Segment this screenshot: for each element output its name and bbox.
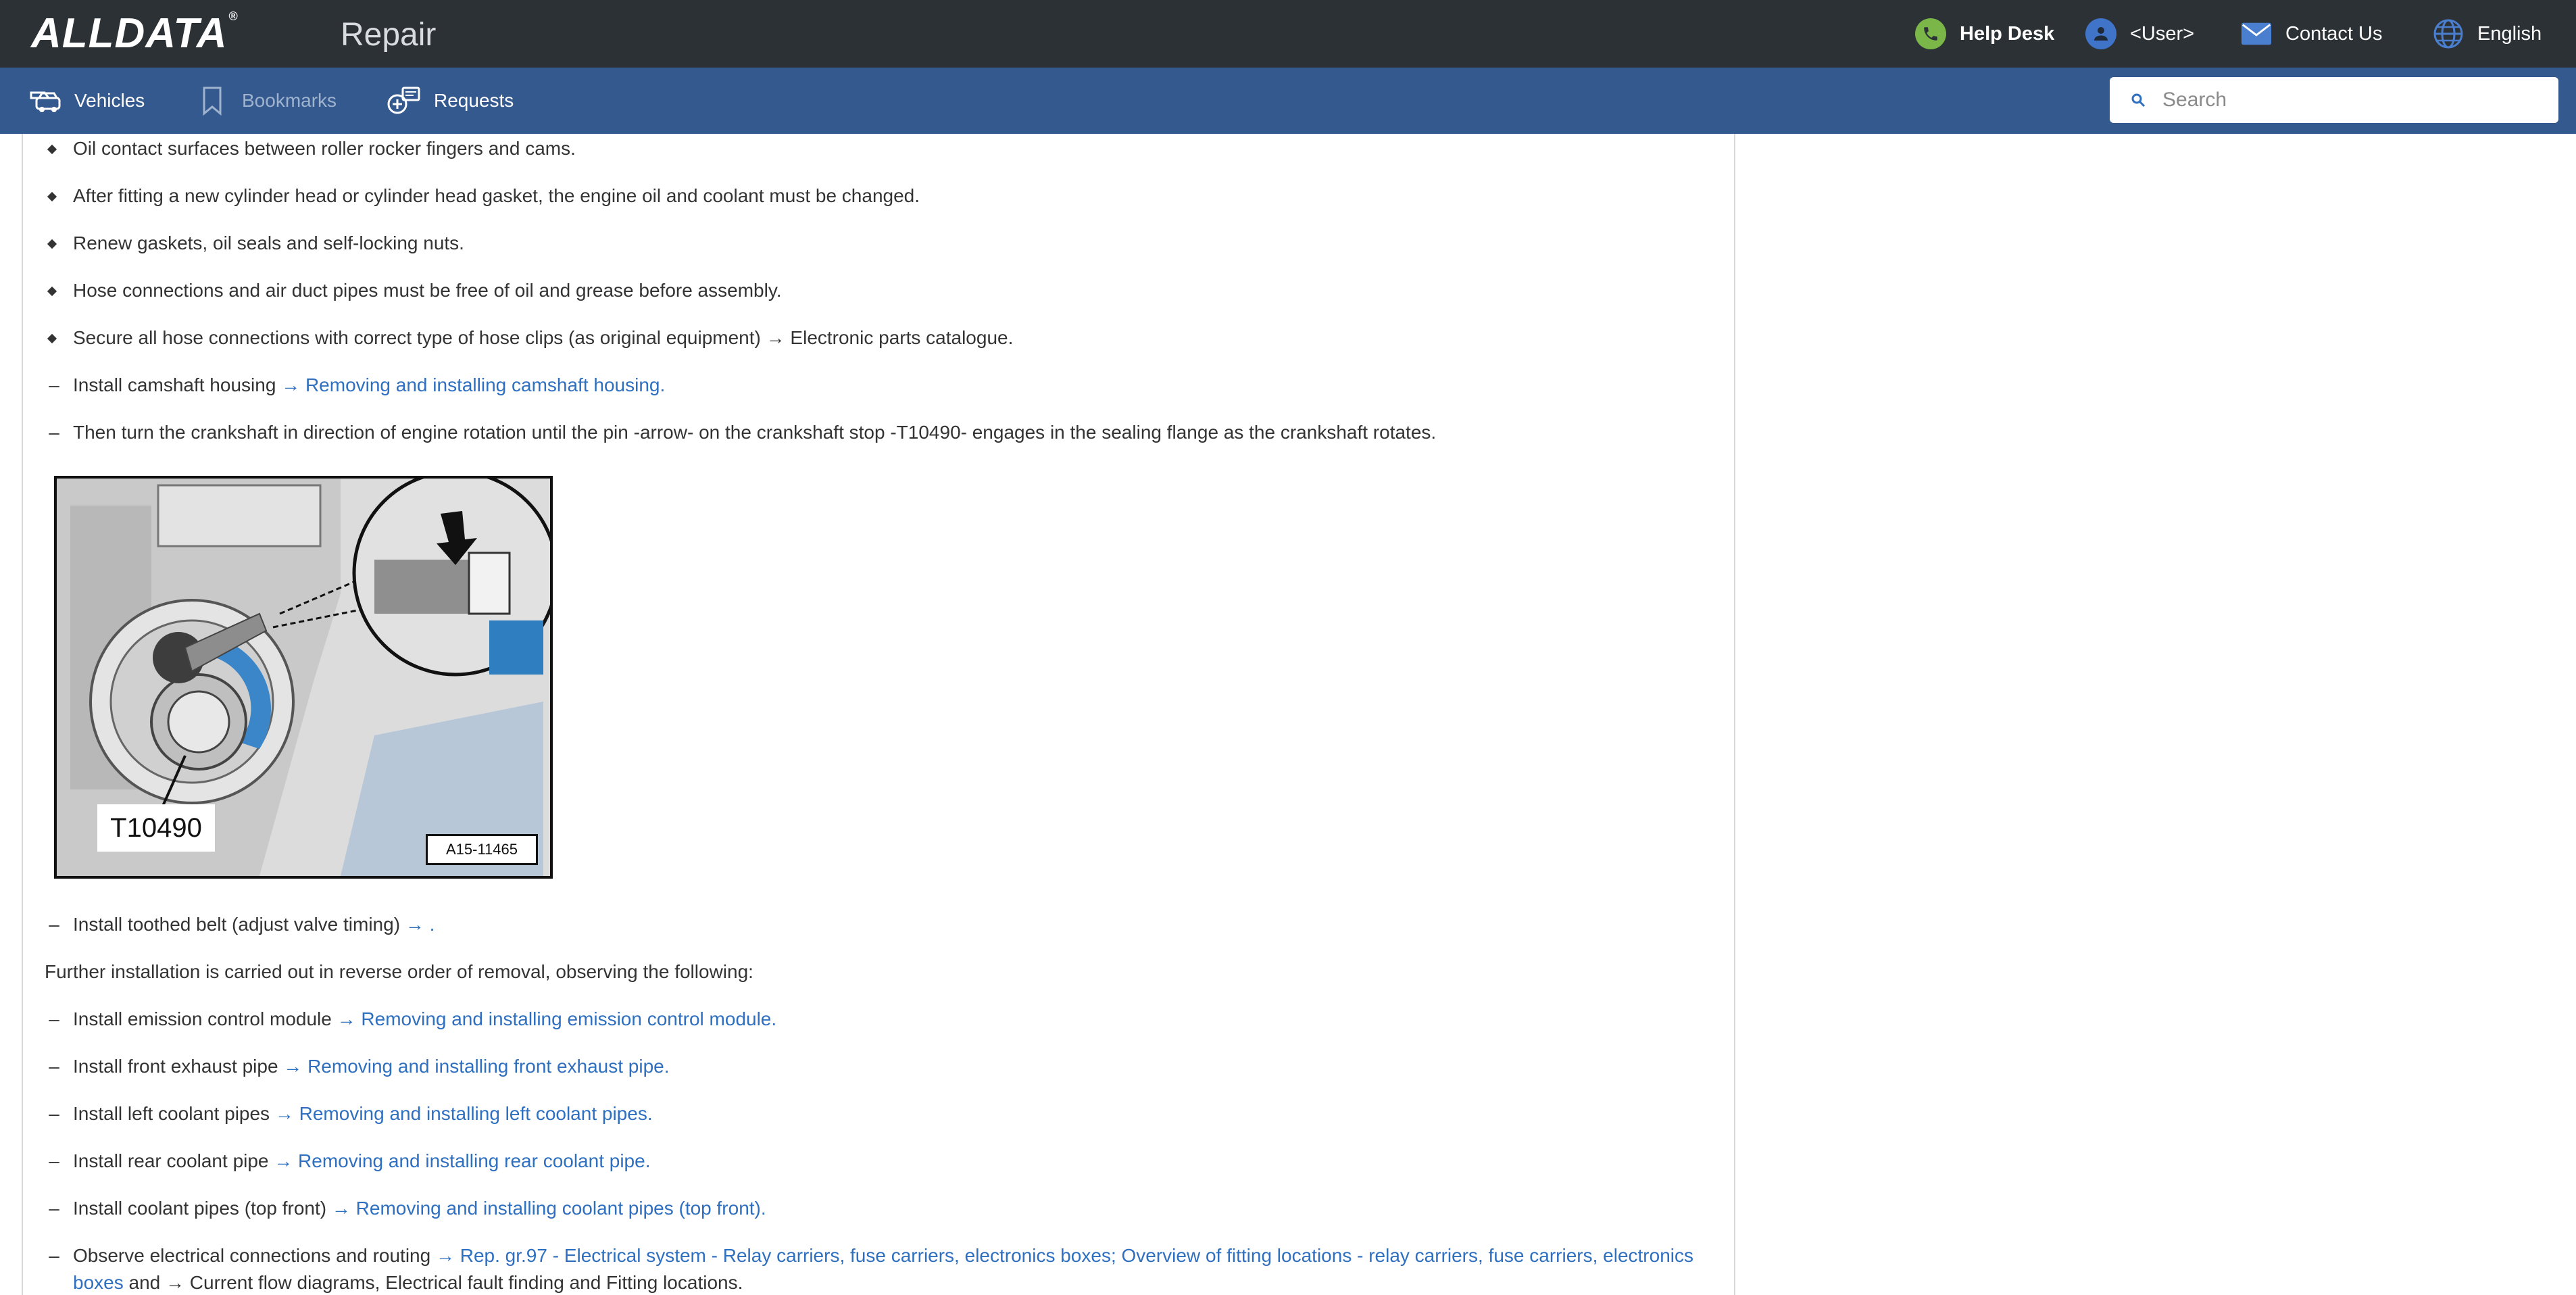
- step-text: Install toothed belt (adjust valve timin…: [73, 914, 405, 935]
- dash-marker: –: [49, 1150, 59, 1171]
- user-label: <User>: [2130, 22, 2195, 45]
- nav-requests-label: Requests: [434, 90, 514, 111]
- link-toothed-belt[interactable]: → .: [405, 914, 435, 935]
- link-left-coolant-pipes[interactable]: → Removing and installing left coolant p…: [275, 1103, 653, 1124]
- user-icon: [2085, 18, 2116, 49]
- bullet-icon: [47, 239, 57, 249]
- dash-marker: –: [49, 914, 59, 935]
- dash-marker: –: [49, 374, 59, 395]
- step-text: Then turn the crankshaft in direction of…: [73, 422, 1437, 443]
- step-text: Install rear coolant pipe: [73, 1150, 274, 1171]
- bullet-icon: [47, 191, 57, 202]
- mail-icon: [2241, 18, 2272, 49]
- bullet-text: Secure all hose connections with correct…: [73, 327, 1014, 348]
- step-text: Install camshaft housing: [73, 374, 282, 395]
- step-text: Install emission control module: [73, 1008, 337, 1029]
- bookmark-icon: [195, 84, 230, 118]
- step-text: Install coolant pipes (top front): [73, 1198, 332, 1219]
- search-input[interactable]: [2161, 88, 2542, 112]
- link-rear-coolant-pipe[interactable]: → Removing and installing rear coolant p…: [274, 1150, 650, 1171]
- help-desk-button[interactable]: Help Desk: [1915, 18, 2054, 50]
- top-bar: ALLDATA ® Repair Help Desk <User> Contact…: [0, 0, 2576, 68]
- link-camshaft-housing[interactable]: → Removing and installing camshaft housi…: [281, 374, 665, 395]
- link-emission-control-module[interactable]: → Removing and installing emission contr…: [337, 1008, 777, 1029]
- user-menu-button[interactable]: <User>: [2085, 18, 2194, 50]
- language-selector[interactable]: English: [2433, 18, 2542, 50]
- link-front-exhaust-pipe[interactable]: → Removing and installing front exhaust …: [283, 1056, 669, 1077]
- contact-us-label: Contact Us: [2285, 22, 2383, 45]
- app-title: Repair: [341, 17, 437, 53]
- link-coolant-pipes-top-front[interactable]: → Removing and installing coolant pipes …: [332, 1198, 766, 1219]
- dash-marker: –: [49, 1056, 59, 1077]
- bullet-text: Renew gaskets, oil seals and self-lockin…: [73, 233, 464, 253]
- bullet-text: After fitting a new cylinder head or cyl…: [73, 185, 920, 206]
- dash-marker: –: [49, 1103, 59, 1124]
- bullet-text: Oil contact surfaces between roller rock…: [73, 138, 576, 159]
- nav-requests[interactable]: Requests: [387, 84, 514, 118]
- car-icon: [27, 84, 62, 118]
- link-electrical-system[interactable]: → Rep. gr.97 - Electrical system - Relay…: [436, 1245, 1693, 1266]
- document-content: Oil contact surfaces between roller rock…: [22, 134, 1735, 1295]
- tool-label: T10490: [97, 804, 215, 852]
- search-box[interactable]: [2110, 77, 2558, 123]
- step-text: and → Current flow diagrams, Electrical …: [123, 1272, 743, 1293]
- nav-vehicles-label: Vehicles: [74, 90, 145, 111]
- dash-marker: –: [49, 1008, 59, 1029]
- dash-marker: –: [49, 422, 59, 443]
- step-text: Observe electrical connections and routi…: [73, 1245, 436, 1266]
- link-electronics-boxes[interactable]: boxes: [73, 1272, 124, 1293]
- nav-bookmarks[interactable]: Bookmarks: [195, 84, 337, 118]
- bullet-icon: [47, 144, 57, 155]
- phone-icon: [1915, 18, 1946, 49]
- alldata-logo[interactable]: ALLDATA ®: [31, 9, 239, 57]
- add-request-icon: [387, 84, 422, 118]
- bullet-icon: [47, 333, 57, 344]
- logo-text: ALLDATA: [31, 10, 228, 57]
- bullet-text: Hose connections and air duct pipes must…: [73, 280, 782, 301]
- help-desk-label: Help Desk: [1960, 22, 2055, 45]
- nav-vehicles[interactable]: Vehicles: [27, 84, 145, 118]
- figure-code: A15-11465: [426, 834, 538, 865]
- globe-icon: [2433, 18, 2464, 49]
- contact-us-button[interactable]: Contact Us: [2241, 18, 2382, 50]
- bullet-icon: [47, 286, 57, 297]
- language-label: English: [2477, 22, 2542, 45]
- dash-marker: –: [49, 1245, 59, 1266]
- step-text: Install left coolant pipes: [73, 1103, 275, 1124]
- step-text: Install front exhaust pipe: [73, 1056, 284, 1077]
- dash-marker: –: [49, 1198, 59, 1219]
- paragraph-text: Further installation is carried out in r…: [45, 961, 753, 982]
- crankshaft-stop-illustration[interactable]: T10490 A15-11465: [54, 476, 553, 879]
- nav-bookmarks-label: Bookmarks: [242, 90, 337, 111]
- search-icon: [2130, 92, 2146, 108]
